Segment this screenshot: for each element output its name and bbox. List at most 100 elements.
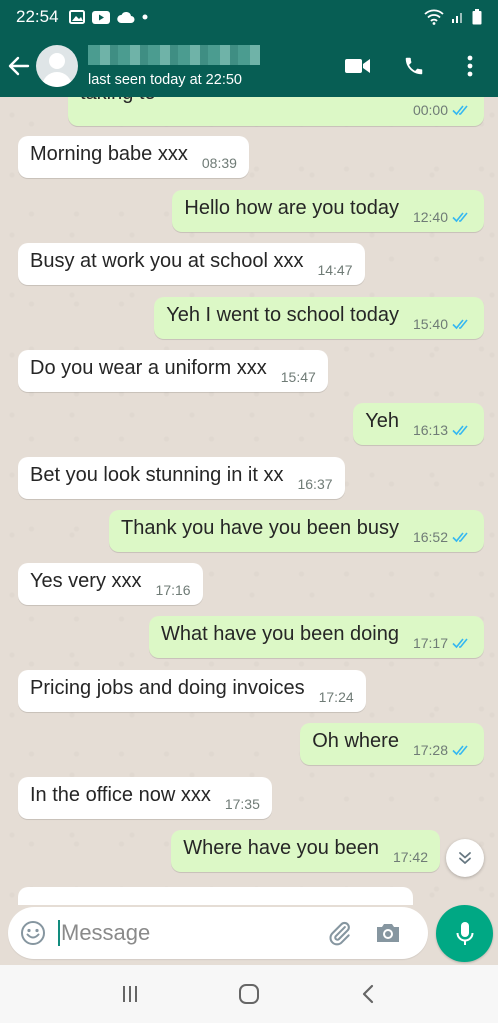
double-check-icon bbox=[452, 531, 472, 543]
message-time: 17:17 bbox=[412, 635, 448, 651]
message-time: 17:24 bbox=[318, 689, 354, 705]
message-bubble-incoming[interactable]: Bet you look stunning in it xx 16:37 bbox=[18, 457, 345, 499]
home-button[interactable] bbox=[219, 965, 279, 1023]
message-time: 00:00 bbox=[412, 102, 448, 118]
message-meta: 16:37 bbox=[297, 476, 332, 492]
message-text: Hello how are you today bbox=[184, 196, 399, 219]
message-text: What have you been doing bbox=[161, 622, 399, 645]
message-text: Busy at work you at school xxx bbox=[30, 249, 304, 272]
youtube-icon bbox=[91, 10, 110, 24]
contact-avatar[interactable] bbox=[36, 44, 78, 87]
message-meta: 17:35 bbox=[225, 796, 260, 812]
message-bubble-incoming[interactable]: Do you wear a uniform xxx 15:47 bbox=[18, 350, 328, 392]
chevron-left-icon bbox=[363, 984, 374, 1004]
last-seen-status: last seen today at 22:50 bbox=[88, 72, 242, 88]
wifi-icon bbox=[424, 9, 444, 25]
voice-call-button[interactable] bbox=[386, 34, 442, 97]
message-text: Where have you been bbox=[183, 836, 379, 859]
message-bubble-outgoing[interactable]: Yeh I went to school today 15:40 bbox=[154, 297, 484, 339]
notification-icons bbox=[68, 10, 148, 24]
microphone-icon bbox=[456, 921, 473, 945]
message-time: 12:40 bbox=[412, 209, 448, 225]
message-meta: 17:42 bbox=[393, 849, 428, 865]
double-check-icon bbox=[452, 744, 472, 756]
voice-message-button[interactable] bbox=[436, 905, 493, 962]
message-time: 16:13 bbox=[412, 422, 448, 438]
status-bar: 22:54 bbox=[0, 0, 498, 34]
message-time: 08:39 bbox=[201, 155, 237, 171]
double-check-icon bbox=[452, 211, 472, 223]
message-time: 14:47 bbox=[317, 262, 353, 278]
recent-apps-button[interactable] bbox=[100, 965, 160, 1023]
signal-icon bbox=[452, 13, 462, 23]
message-text: Yeh I went to school today bbox=[166, 303, 399, 326]
message-bubble-incoming[interactable]: Pricing jobs and doing invoices 17:24 bbox=[18, 670, 366, 712]
message-text: Bet you look stunning in it xx bbox=[30, 463, 284, 486]
chat-header: last seen today at 22:50 bbox=[0, 34, 498, 97]
message-bubble-incoming[interactable]: Morning babe xxx 08:39 bbox=[18, 136, 249, 178]
message-input[interactable] bbox=[61, 920, 316, 946]
message-bubble-outgoing[interactable]: Hello how are you today 12:40 bbox=[172, 190, 484, 232]
message-bubble-incoming[interactable]: Yes very xxx 17:16 bbox=[18, 563, 203, 605]
camera-icon bbox=[377, 924, 399, 942]
arrow-left-icon bbox=[8, 56, 30, 75]
message-bubble-incoming-partial[interactable] bbox=[18, 887, 413, 905]
attach-button[interactable] bbox=[316, 907, 364, 959]
emoji-button[interactable] bbox=[8, 907, 58, 959]
system-navigation-bar bbox=[0, 965, 498, 1023]
double-check-icon bbox=[452, 104, 472, 116]
back-button[interactable] bbox=[2, 34, 36, 97]
contact-name-redacted bbox=[88, 45, 260, 65]
paperclip-icon bbox=[329, 921, 350, 946]
avatar-body bbox=[42, 71, 72, 87]
video-camera-icon bbox=[345, 58, 370, 73]
message-bubble-outgoing[interactable]: Yeh 16:13 bbox=[353, 403, 484, 445]
message-bubble-outgoing[interactable]: Thank you have you been busy 16:52 bbox=[108, 510, 484, 552]
nav-back-button[interactable] bbox=[338, 965, 398, 1023]
message-bubble-outgoing[interactable]: Where have you been 17:42 bbox=[171, 830, 440, 872]
text-cursor bbox=[58, 920, 60, 946]
message-text: Yes very xxx bbox=[30, 569, 142, 592]
system-status-icons bbox=[424, 9, 482, 25]
phone-icon bbox=[405, 57, 423, 74]
gallery-icon bbox=[68, 10, 85, 24]
double-check-icon bbox=[452, 318, 472, 330]
message-time: 15:40 bbox=[412, 316, 448, 332]
message-bubble-incoming[interactable]: In the office now xxx 17:35 bbox=[18, 777, 272, 819]
avatar-head bbox=[49, 52, 65, 69]
scroll-to-bottom-button[interactable] bbox=[446, 839, 484, 877]
message-bubble-outgoing[interactable]: What have you been doing 17:17 bbox=[149, 616, 484, 658]
message-meta: 15:40 bbox=[413, 316, 472, 332]
dot-icon bbox=[142, 14, 148, 20]
contact-info[interactable]: last seen today at 22:50 bbox=[88, 43, 260, 88]
message-meta: 17:17 bbox=[413, 635, 472, 651]
more-options-button[interactable] bbox=[442, 34, 498, 97]
message-text: taking to bbox=[80, 97, 156, 105]
message-meta: 08:39 bbox=[202, 155, 237, 171]
message-list[interactable]: taking to 00:00 Morning babe xxx 08:39 H… bbox=[0, 97, 498, 905]
message-bubble-incoming[interactable]: Busy at work you at school xxx 14:47 bbox=[18, 243, 365, 285]
message-meta: 14:47 bbox=[317, 262, 352, 278]
message-time: 15:47 bbox=[280, 369, 316, 385]
double-check-icon bbox=[452, 424, 472, 436]
message-text: Yeh bbox=[365, 409, 399, 432]
message-time: 17:28 bbox=[412, 742, 448, 758]
message-time: 17:16 bbox=[155, 582, 191, 598]
message-time: 17:35 bbox=[224, 796, 260, 812]
message-time: 16:52 bbox=[412, 529, 448, 545]
message-bubble-outgoing[interactable]: Oh where 17:28 bbox=[300, 723, 484, 765]
message-meta: 17:24 bbox=[319, 689, 354, 705]
more-vertical-icon bbox=[467, 55, 473, 76]
video-call-button[interactable] bbox=[330, 34, 386, 97]
camera-button[interactable] bbox=[364, 907, 412, 959]
header-actions bbox=[330, 34, 498, 97]
message-time: 16:37 bbox=[297, 476, 333, 492]
battery-icon bbox=[472, 9, 482, 25]
status-time: 22:54 bbox=[16, 7, 59, 26]
message-meta: 17:16 bbox=[156, 582, 191, 598]
message-meta: 12:40 bbox=[413, 209, 472, 225]
message-bubble-outgoing[interactable]: taking to 00:00 bbox=[68, 97, 484, 126]
message-meta: 15:47 bbox=[281, 369, 316, 385]
home-icon bbox=[238, 984, 259, 1004]
message-text: Pricing jobs and doing invoices bbox=[30, 676, 305, 699]
